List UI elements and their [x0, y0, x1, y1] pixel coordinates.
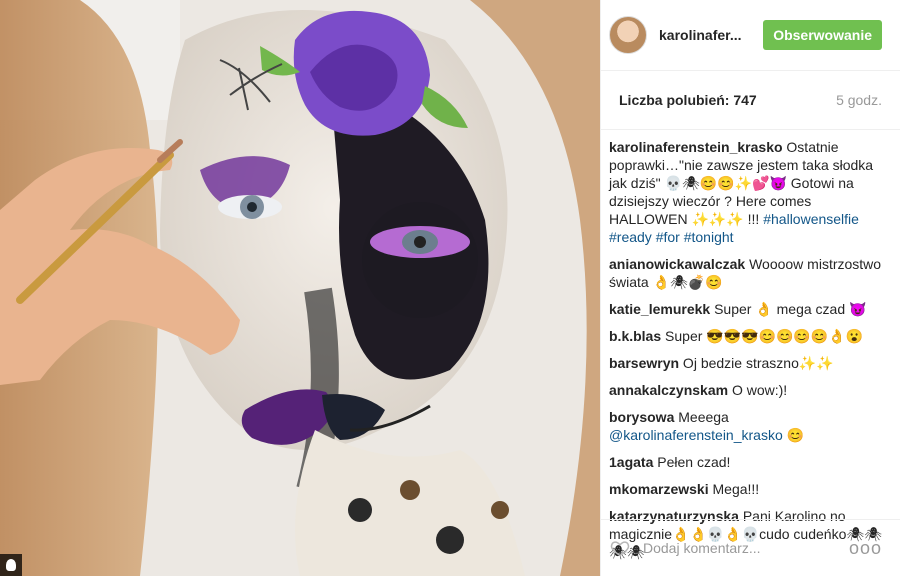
comment-username[interactable]: barsewryn [609, 355, 679, 371]
comment-text: Super 😎😎😎😊😊😊😊👌😮 [661, 328, 864, 344]
comments-list: karolinaferenstein_krasko Ostatnie popra… [601, 138, 900, 561]
comment-username[interactable]: katie_lemurekk [609, 301, 710, 317]
comment-username[interactable]: b.k.blas [609, 328, 661, 344]
comment-username[interactable]: anianowickawalczak [609, 256, 745, 272]
comment-item: karolinaferenstein_krasko Ostatnie popra… [609, 138, 882, 246]
comment-username[interactable]: borysowa [609, 409, 674, 425]
post-header: karolinafer... Obserwowanie [601, 0, 900, 71]
more-options-icon[interactable]: ooo [849, 538, 882, 559]
person-tag-icon[interactable] [0, 554, 22, 576]
comment-footer: Dodaj komentarz... ooo [601, 519, 900, 576]
post-photo [0, 0, 600, 576]
comment-item: anianowickawalczak Woooow mistrzostwo św… [609, 255, 882, 291]
comment-text-end: 😊 [782, 427, 805, 443]
heart-icon[interactable] [609, 538, 631, 558]
likes-count: Liczba polubień: 747 [619, 92, 757, 108]
post-time: 5 godz. [836, 92, 882, 108]
comment-item: b.k.blas Super 😎😎😎😊😊😊😊👌😮 [609, 327, 882, 345]
avatar[interactable] [609, 16, 647, 54]
comment-item: katie_lemurekk Super 👌 mega czad 😈 [609, 300, 882, 318]
comment-username[interactable]: 1agata [609, 454, 653, 470]
post-stats: Liczba polubień: 747 5 godz. [601, 71, 900, 130]
post-sidebar: karolinafer... Obserwowanie Liczba polub… [600, 0, 900, 576]
comment-text: Mega!!! [708, 481, 760, 497]
comment-text: Super 👌 mega czad 😈 [710, 301, 867, 317]
halloween-makeup-photo [0, 0, 600, 576]
mention-link[interactable]: @karolinaferenstein_krasko [609, 427, 783, 443]
comment-username[interactable]: karolinaferenstein_krasko [609, 139, 783, 155]
comment-text: O wow:)! [728, 382, 788, 398]
follow-button[interactable]: Obserwowanie [763, 20, 882, 50]
comment-text: Pełen czad! [653, 454, 731, 470]
comment-text: Oj bedzie straszno✨✨ [679, 355, 834, 371]
post-username[interactable]: karolinafer... [659, 27, 763, 43]
comment-item: annakalczynskam O wow:)! [609, 381, 882, 399]
comment-item: barsewryn Oj bedzie straszno✨✨ [609, 354, 882, 372]
comment-username[interactable]: annakalczynskam [609, 382, 728, 398]
comment-item: borysowa Meeega @karolinaferenstein_kras… [609, 408, 882, 444]
comment-item: mkomarzewski Mega!!! [609, 480, 882, 498]
comment-text: Meeega [674, 409, 729, 425]
comment-item: 1agata Pełen czad! [609, 453, 882, 471]
comment-username[interactable]: mkomarzewski [609, 481, 709, 497]
comment-input[interactable]: Dodaj komentarz... [643, 540, 849, 556]
